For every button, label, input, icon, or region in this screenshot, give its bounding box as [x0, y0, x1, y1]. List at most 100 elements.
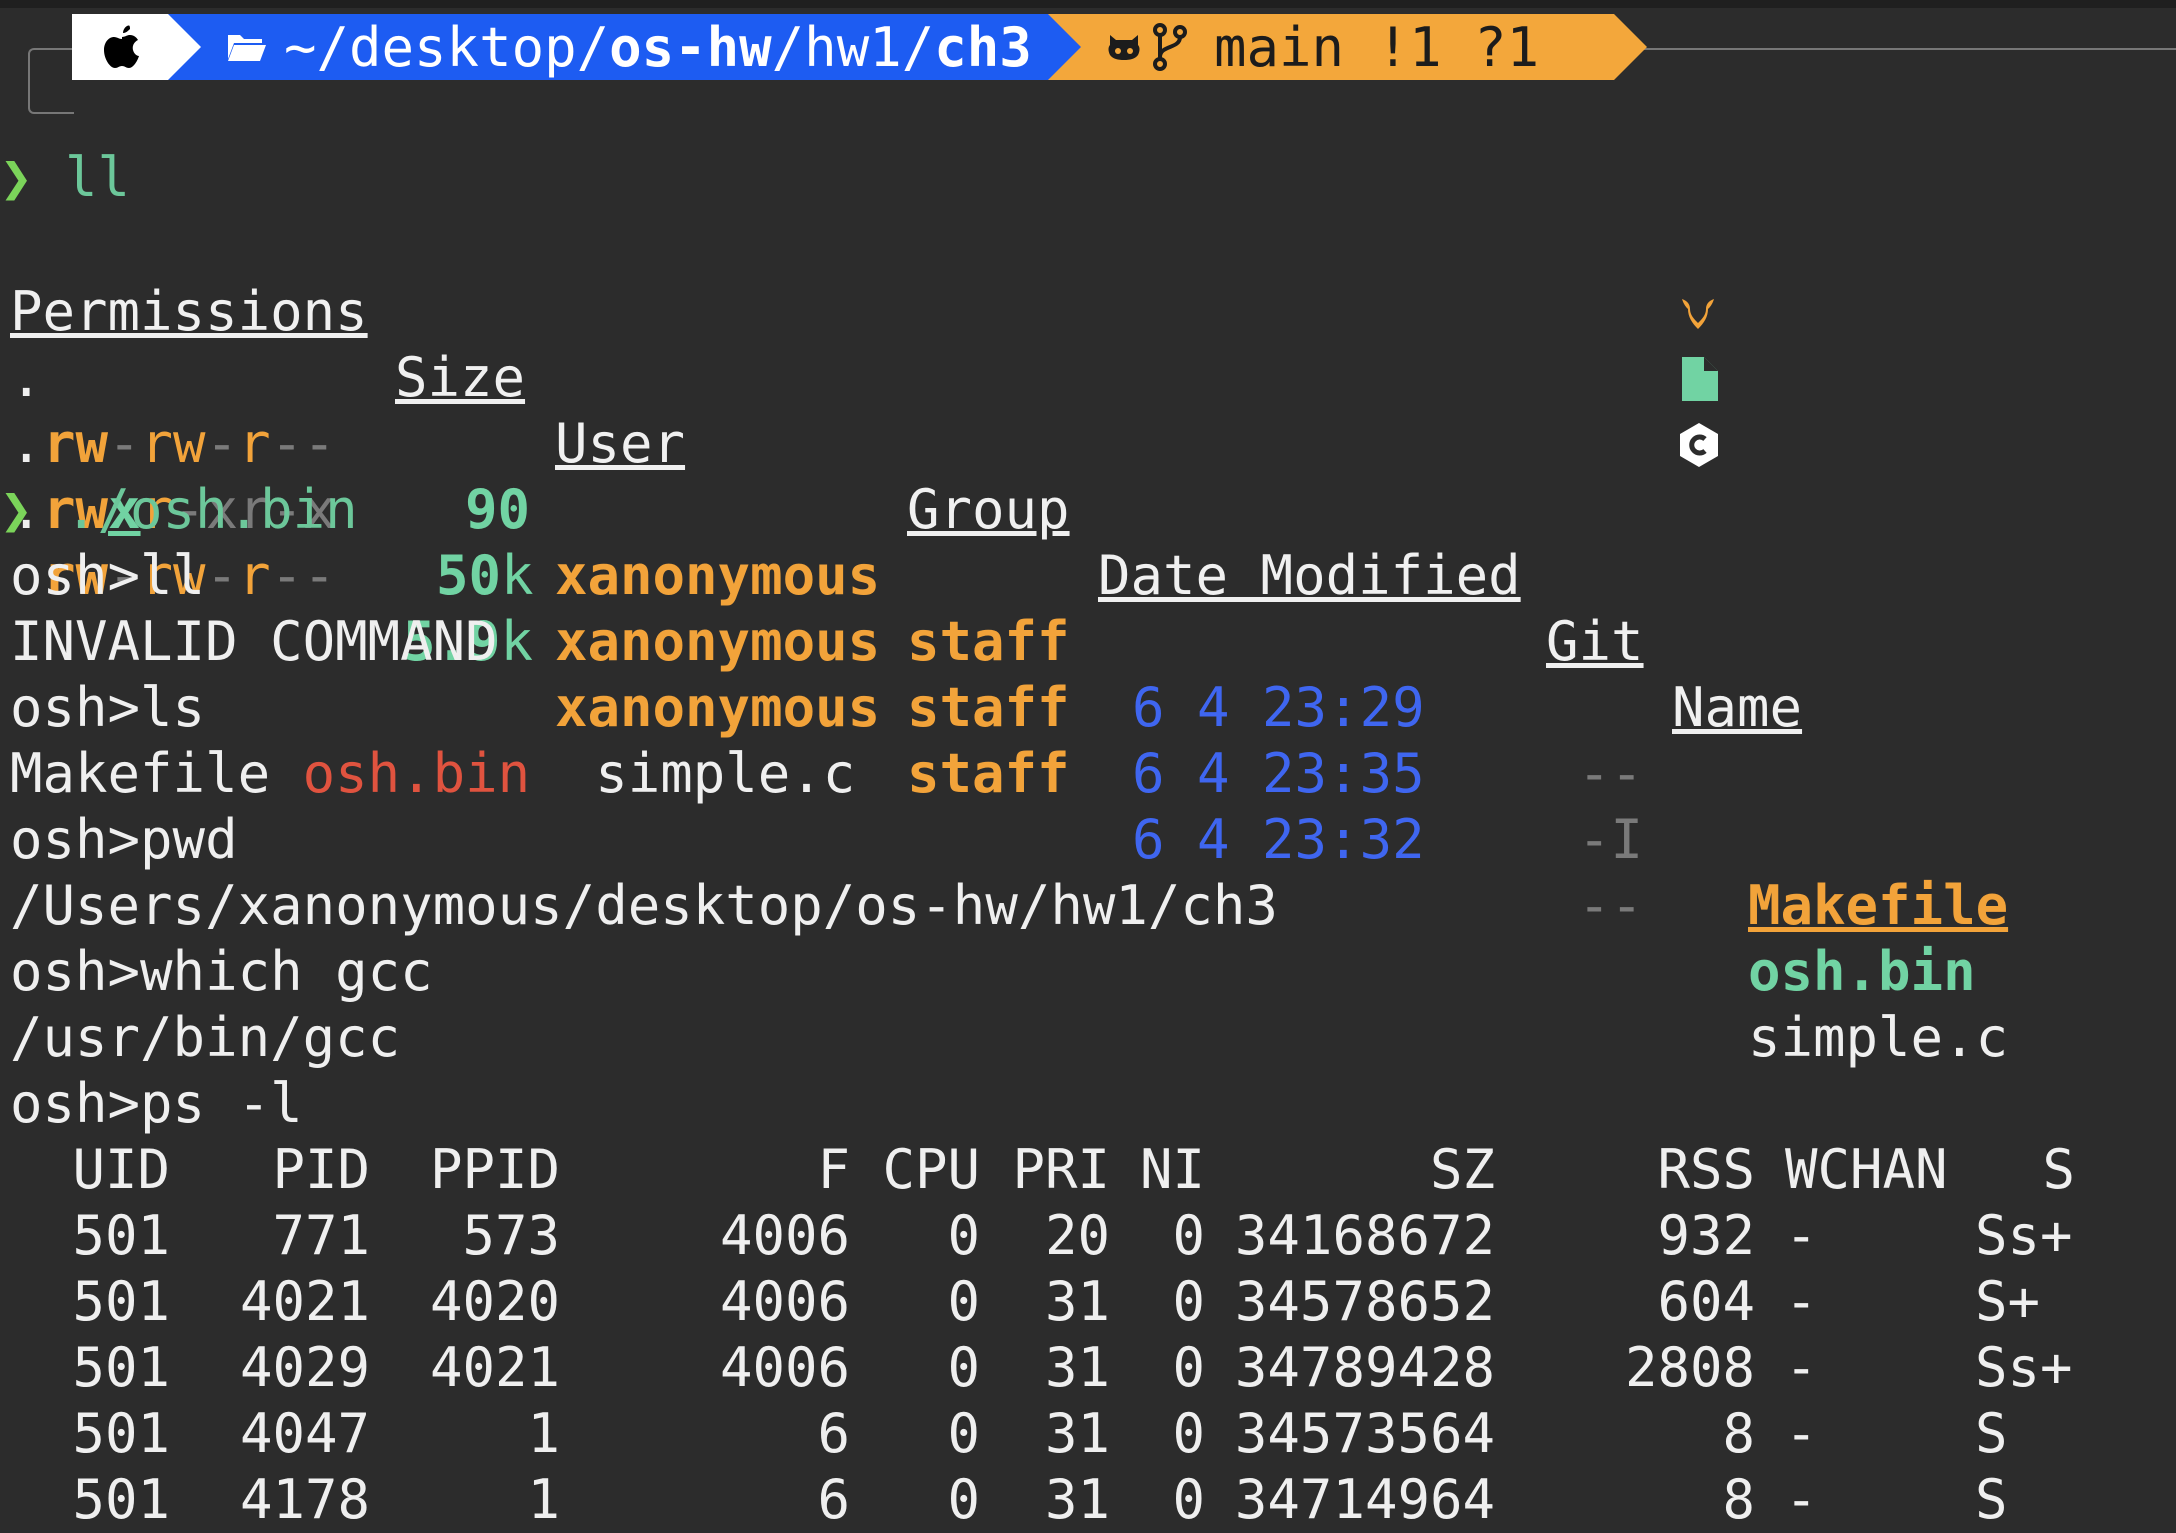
- ps-row: 501 4021 4020 4006 0 31 0 34578652 604- S+: [10, 1269, 2075, 1335]
- window-top-edge: [0, 0, 2176, 8]
- ps-col-uid: UID: [72, 1138, 170, 1201]
- file-name-simplec[interactable]: simple.c: [1748, 1005, 2008, 1071]
- ps-cell: -: [1785, 1336, 1818, 1399]
- osh-line-which: osh>which gcc: [10, 940, 433, 1003]
- file-name-oshbin[interactable]: osh.bin: [1748, 939, 1976, 1005]
- ps-cell: 0: [1172, 1402, 1205, 1465]
- group-value: staff: [907, 742, 1070, 805]
- ps-cell: S: [1975, 1468, 2008, 1531]
- ps-cell: Ss+: [1975, 1336, 2073, 1399]
- ps-cell: 6: [817, 1402, 850, 1465]
- col-name: Name: [1672, 676, 1803, 739]
- ps-cell: 6: [817, 1468, 850, 1531]
- ps-cell: 34573564: [1234, 1402, 1495, 1465]
- path-bold-ch3: ch3: [934, 15, 1032, 79]
- file-name-makefile[interactable]: Makefile: [1748, 873, 2008, 939]
- ps-cell: 501: [72, 1270, 170, 1333]
- ps-row: 501 4029 4021 4006 0 31 0 34789428 2808- Ss+: [10, 1335, 2075, 1401]
- ps-cell: 4021: [239, 1270, 370, 1333]
- ps-cell: 20: [1044, 1204, 1110, 1267]
- ps-col-pri: PRI: [1012, 1138, 1110, 1201]
- ps-cell: 501: [72, 1402, 170, 1465]
- ps-cell: 8: [1722, 1468, 1755, 1531]
- ps-cell: 0: [1172, 1468, 1205, 1531]
- ps-cell: 4006: [719, 1270, 850, 1333]
- ps-col-rss: RSS: [1657, 1138, 1755, 1201]
- ps-output-table: UID PID PPID F CPU PRI NI SZ RSS WCHAN S…: [10, 1137, 2075, 1533]
- size-unit: k: [501, 544, 534, 607]
- ps-cell: 0: [947, 1270, 980, 1333]
- ps-cell: 0: [1172, 1336, 1205, 1399]
- ps-cell: -: [1785, 1204, 1818, 1267]
- c-language-icon: [1680, 423, 1718, 467]
- size-value: 90: [465, 478, 531, 541]
- user-value: xanonymous: [555, 544, 881, 607]
- git-status: !1 ?1: [1376, 15, 1540, 79]
- col-git: Git: [1546, 610, 1644, 673]
- ps-header-row: UID PID PPID F CPU PRI NI SZ RSS WCHAN S: [10, 1137, 2075, 1203]
- ps-cell: 34714964: [1234, 1468, 1495, 1531]
- col-user: User: [555, 412, 686, 475]
- os-segment: [72, 14, 201, 80]
- command-line-osh: ❯ ./osh.bin: [0, 477, 358, 543]
- ps-col-pid: PID: [272, 1138, 370, 1201]
- git-value: -I: [1578, 808, 1644, 871]
- ps-cell: -: [1785, 1270, 1818, 1333]
- prompt-chevron-icon: ❯: [0, 146, 33, 209]
- git-segment: main !1 ?1: [1048, 14, 1647, 80]
- github-icon: [1108, 35, 1140, 60]
- ps-col-ni: NI: [1139, 1138, 1205, 1201]
- ps-row: 501 4178 1 6 0 31 0 34714964 8- S: [10, 1467, 2075, 1533]
- ps-cell: 4021: [429, 1336, 560, 1399]
- ps-cell: 34789428: [1234, 1336, 1495, 1399]
- git-value: --: [1578, 742, 1644, 805]
- osh-line-pwd: osh>pwd: [10, 808, 238, 871]
- path-prefix: ~/desktop/: [284, 15, 610, 79]
- ps-cell: 31: [1044, 1336, 1110, 1399]
- date-value: 6 4 23:32: [1132, 808, 1425, 871]
- group-value: staff: [907, 676, 1070, 739]
- git-branch: main: [1214, 15, 1345, 79]
- ps-cell: 1: [527, 1402, 560, 1465]
- gnu-icon: [1682, 299, 1714, 329]
- ps-cell: 4047: [239, 1402, 370, 1465]
- ps-col-ppid: PPID: [429, 1138, 560, 1201]
- ps-cell: -: [1785, 1402, 1818, 1465]
- shell-prompt-bar: ~/desktop/os-hw/hw1/ch3 main !1 ?1: [72, 14, 1647, 80]
- ps-cell: 34578652: [1234, 1270, 1495, 1333]
- command-line-ll: ❯ ll: [0, 145, 130, 211]
- col-size: Size: [395, 346, 526, 409]
- size-unit: k: [500, 610, 534, 673]
- path-bold-osh: os-hw: [609, 15, 772, 79]
- ps-col-f: F: [817, 1138, 850, 1201]
- ps-cell: 501: [72, 1336, 170, 1399]
- ps-cell: 1: [527, 1468, 560, 1531]
- size-value: 50: [436, 544, 502, 607]
- ps-cell: 0: [947, 1336, 980, 1399]
- apple-icon: [104, 25, 139, 68]
- group-value: staff: [907, 610, 1070, 673]
- ps-cell: 31: [1044, 1468, 1110, 1531]
- ps-cell: 0: [1172, 1270, 1205, 1333]
- osh-line-ll: osh>ll: [10, 544, 206, 607]
- ps-col-s: S: [2042, 1138, 2075, 1201]
- ps-col-wchan: WCHAN: [1785, 1138, 1948, 1201]
- osh-line-ps: osh>ps -l: [10, 1072, 303, 1135]
- ps-col-cpu: CPU: [882, 1138, 980, 1201]
- ps-row: 501 4047 1 6 0 31 0 34573564 8- S: [10, 1401, 2075, 1467]
- ps-cell: 573: [462, 1204, 560, 1267]
- path-segment: ~/desktop/os-hw/hw1/ch3: [168, 14, 1081, 80]
- user-value: xanonymous: [555, 676, 881, 739]
- date-value: 6 4 23:29: [1132, 676, 1425, 739]
- prompt-rule-line: [1640, 48, 2176, 50]
- ps-col-sz: SZ: [1429, 1138, 1495, 1201]
- ps-cell: 4006: [719, 1204, 850, 1267]
- col-date-modified: Date Modified: [1098, 544, 1521, 607]
- ps-cell: 34168672: [1234, 1204, 1495, 1267]
- ps-cell: 501: [72, 1468, 170, 1531]
- osh-pwd-output: /Users/xanonymous/desktop/os-hw/hw1/ch3: [10, 874, 1278, 937]
- ps-cell: 8: [1722, 1402, 1755, 1465]
- ps-row: 501 771 573 4006 0 20 0 34168672 932- Ss+: [10, 1203, 2075, 1269]
- prompt-chevron-icon: ❯: [0, 478, 33, 541]
- ps-cell: Ss+: [1975, 1204, 2073, 1267]
